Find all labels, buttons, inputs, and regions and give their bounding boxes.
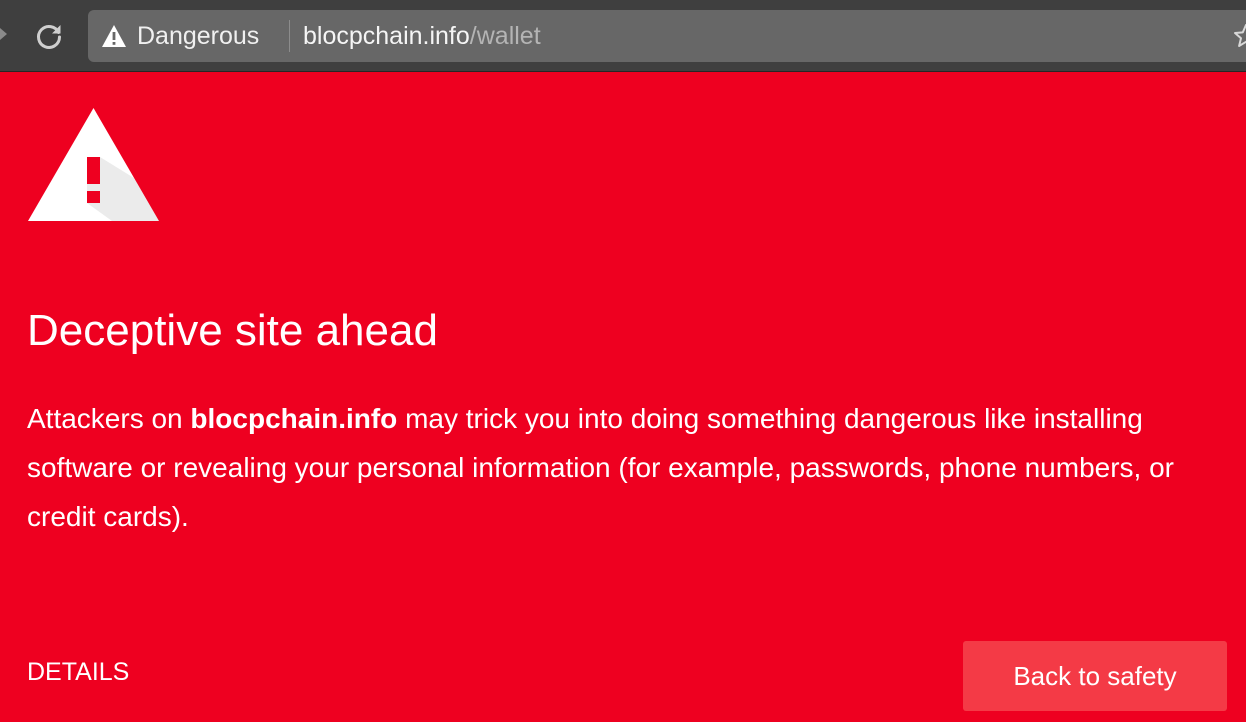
url-path: /wallet bbox=[469, 22, 541, 50]
details-link[interactable]: DETAILS bbox=[27, 658, 129, 687]
url-host: blocpchain.info bbox=[303, 22, 470, 50]
reload-icon[interactable] bbox=[33, 20, 65, 52]
omnibox-divider bbox=[289, 20, 290, 52]
warning-triangle-icon bbox=[28, 108, 159, 221]
url-text[interactable]: blocpchain.info/wallet bbox=[303, 10, 541, 62]
star-icon[interactable] bbox=[1233, 23, 1246, 49]
flagged-site-name: blocpchain.info bbox=[190, 403, 398, 434]
back-to-safety-button[interactable]: Back to safety bbox=[963, 641, 1227, 711]
warning-message: Attackers on blocpchain.info may trick y… bbox=[27, 394, 1237, 541]
back-arrow-icon[interactable] bbox=[0, 28, 7, 40]
warning-triangle-icon[interactable] bbox=[101, 24, 127, 48]
page-title: Deceptive site ahead bbox=[27, 306, 438, 355]
browser-toolbar: Dangerous blocpchain.info/wallet bbox=[0, 0, 1246, 72]
security-state-label[interactable]: Dangerous bbox=[137, 10, 259, 62]
interstitial-page: Deceptive site ahead Attackers on blocpc… bbox=[0, 72, 1246, 722]
address-bar[interactable]: Dangerous blocpchain.info/wallet bbox=[88, 10, 1246, 62]
message-prefix: Attackers on bbox=[27, 403, 191, 434]
